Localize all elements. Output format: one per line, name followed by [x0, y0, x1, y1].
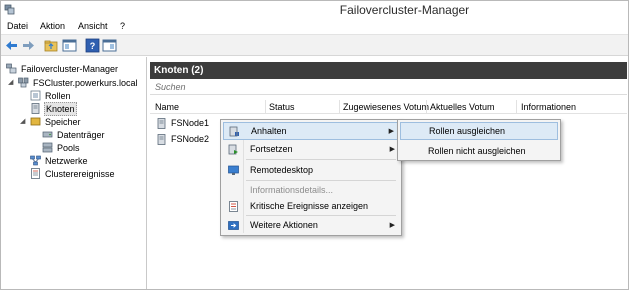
pool-icon	[42, 142, 53, 153]
storage-icon	[30, 117, 41, 126]
tree-label-root: Failovercluster-Manager	[21, 63, 119, 74]
submenu-item-rollen-nicht-ausgleichen[interactable]: Rollen nicht ausgleichen	[400, 142, 558, 160]
disk-icon	[42, 131, 53, 138]
submenu-item-rollen-ausgleichen[interactable]: Rollen ausgleichen	[400, 122, 558, 140]
submenu-arrow-icon: ▶	[388, 128, 394, 135]
tree-item-clusterereignisse[interactable]: Clusterereignisse	[30, 167, 116, 180]
server-node-icon	[157, 117, 166, 129]
menu-item-label: Rollen nicht ausgleichen	[428, 146, 526, 156]
menu-item-label: Anhalten	[251, 126, 287, 136]
submenu: Rollen ausgleichen Rollen nicht ausgleic…	[397, 119, 561, 161]
menu-aktion[interactable]: Aktion	[40, 21, 65, 31]
context-menu: Anhalten ▶ Fortsetzen ▶ Remotedesktop In…	[220, 119, 402, 236]
navigation-tree: Failovercluster-Manager ◢ FSCluster.powe…	[2, 57, 147, 289]
pause-node-icon	[229, 126, 239, 136]
menu-item-label: Rollen ausgleichen	[429, 126, 506, 136]
remote-desktop-icon	[228, 165, 239, 175]
menu-datei[interactable]: Datei	[7, 21, 28, 31]
table-row[interactable]: FSNode2	[156, 132, 209, 146]
tree-label-knoten: Knoten	[44, 101, 77, 116]
tree-item-datentraeger[interactable]: Datenträger	[42, 128, 106, 141]
pane-title: Knoten (2)	[150, 62, 627, 79]
submenu-arrow-icon: ▶	[389, 222, 395, 229]
tree-label-pools: Pools	[57, 142, 80, 153]
forward-arrow-icon[interactable]	[21, 38, 36, 53]
menu-item-weitere-aktionen[interactable]: Weitere Aktionen ▶	[223, 216, 399, 234]
critical-events-icon	[229, 200, 238, 212]
network-icon	[30, 155, 41, 166]
properties-icon[interactable]	[102, 38, 117, 53]
nodes-icon	[31, 103, 40, 114]
cluster-icon	[18, 77, 29, 88]
help-icon[interactable]: ?	[85, 38, 100, 53]
column-divider[interactable]	[265, 100, 266, 114]
search-placeholder: Suchen	[155, 82, 186, 92]
column-header-informationen[interactable]: Informationen	[521, 102, 576, 112]
tree-item-root[interactable]: Failovercluster-Manager	[6, 62, 119, 75]
menu-item-label: Remotedesktop	[250, 165, 314, 175]
column-header-name[interactable]: Name	[155, 102, 179, 112]
cluster-manager-icon	[6, 63, 17, 74]
folder-up-icon[interactable]	[44, 38, 59, 53]
server-node-icon	[157, 133, 166, 145]
svg-text:?: ?	[90, 41, 96, 51]
tree-item-rollen[interactable]: Rollen	[30, 89, 72, 102]
menu-item-label: Fortsetzen	[250, 144, 293, 154]
tree-label-speicher: Speicher	[45, 116, 81, 127]
submenu-arrow-icon: ▶	[389, 146, 395, 153]
menu-item-label: Informationsdetails...	[250, 185, 334, 195]
tree-label-cluster: FSCluster.powerkurs.local	[33, 77, 138, 88]
column-divider[interactable]	[426, 100, 427, 114]
tree-item-pools[interactable]: Pools	[42, 141, 81, 154]
menu-item-fortsetzen[interactable]: Fortsetzen ▶	[223, 140, 399, 158]
tree-item-netzwerke[interactable]: Netzwerke	[30, 154, 89, 167]
tree-label-netzwerke: Netzwerke	[45, 155, 88, 166]
resume-node-icon	[228, 144, 238, 154]
table-row[interactable]: FSNode1	[156, 116, 209, 130]
node-name: FSNode2	[171, 134, 210, 144]
roles-icon	[30, 90, 41, 101]
menu-ansicht[interactable]: Ansicht	[78, 21, 108, 31]
menu-item-remotedesktop[interactable]: Remotedesktop	[223, 161, 399, 179]
more-actions-icon	[228, 220, 239, 230]
window-title: Failovercluster-Manager	[339, 3, 470, 17]
tree-item-knoten[interactable]: Knoten	[30, 101, 77, 116]
tree-label-datentraeger: Datenträger	[57, 129, 105, 140]
column-header-zugewiesenes-votum[interactable]: Zugewiesenes Votum	[343, 102, 429, 112]
node-name: FSNode1	[171, 118, 210, 128]
collapse-arrow-icon[interactable]: ◢	[20, 118, 27, 125]
tree-item-speicher[interactable]: Speicher	[30, 115, 82, 128]
console-tree-icon[interactable]	[62, 38, 77, 53]
menu-item-label: Kritische Ereignisse anzeigen	[250, 201, 369, 211]
collapse-arrow-icon[interactable]: ◢	[8, 79, 15, 86]
column-header-aktuelles-votum[interactable]: Aktuelles Votum	[430, 102, 495, 112]
title-bar: Failovercluster-Manager	[1, 1, 628, 19]
menu-help[interactable]: ?	[120, 21, 125, 31]
menu-bar: Datei Aktion Ansicht ?	[1, 19, 628, 34]
tree-item-cluster[interactable]: FSCluster.powerkurs.local	[18, 76, 139, 89]
tree-label-clusterereignisse: Clusterereignisse	[45, 168, 115, 179]
events-icon	[31, 168, 40, 179]
search-input[interactable]: Suchen	[150, 79, 627, 95]
menu-item-anhalten[interactable]: Anhalten ▶	[223, 122, 399, 140]
column-divider[interactable]	[339, 100, 340, 114]
toolbar: ?	[1, 34, 628, 56]
column-header-status[interactable]: Status	[269, 102, 295, 112]
back-arrow-icon[interactable]	[4, 38, 19, 53]
tree-label-rollen: Rollen	[45, 90, 71, 101]
application-window: Failovercluster-Manager Datei Aktion Ans…	[0, 0, 629, 290]
menu-item-label: Weitere Aktionen	[250, 220, 318, 230]
menu-item-kritische-ereignisse[interactable]: Kritische Ereignisse anzeigen	[223, 197, 399, 215]
column-headers: Name Status Zugewiesenes Votum Aktuelles…	[150, 100, 627, 114]
column-divider[interactable]	[516, 100, 517, 114]
menu-separator	[246, 159, 396, 160]
